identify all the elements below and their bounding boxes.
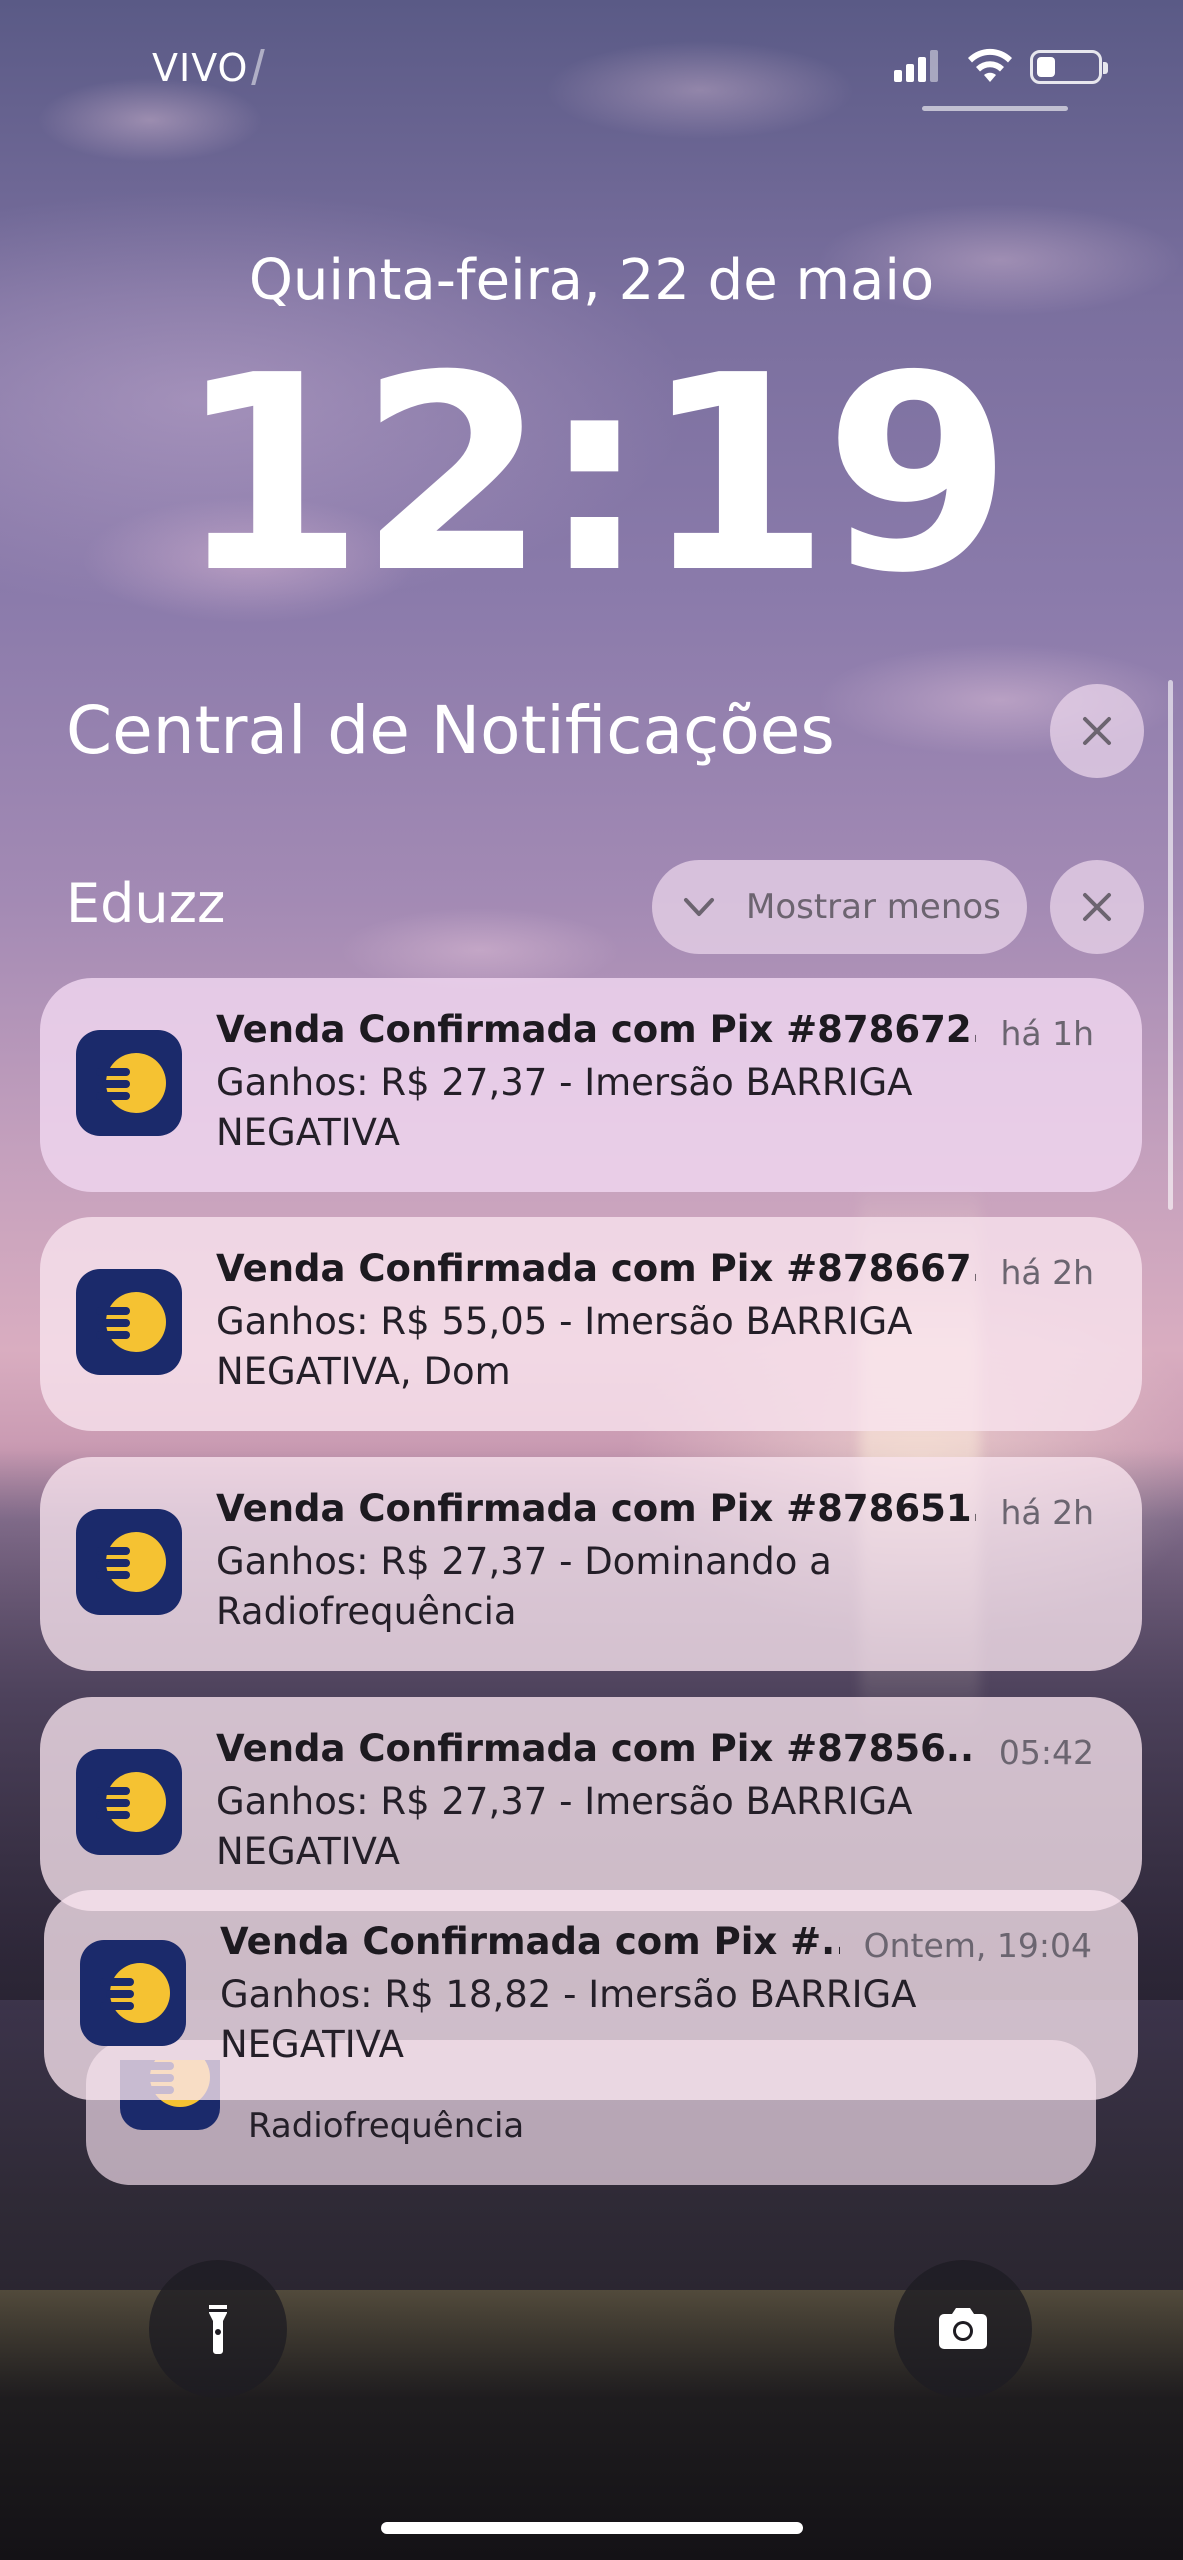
- notification-time: há 1h: [1000, 1014, 1094, 1053]
- battery-icon: [1030, 50, 1108, 84]
- carrier-label: VIVO: [152, 46, 266, 90]
- notification-body: Ganhos: R$ 18,82 - Imersão BARRIGA NEGAT…: [220, 1973, 917, 2066]
- lock-clock: 12:19: [176, 317, 1012, 632]
- notification-time: 05:42: [998, 1733, 1094, 1772]
- notification-body: Ganhos: R$ 55,05 - Imersão BARRIGA NEGAT…: [216, 1300, 913, 1393]
- close-icon: [1083, 893, 1111, 921]
- notification-time: há 2h: [1000, 1493, 1094, 1532]
- show-less-label: Mostrar menos: [746, 887, 1001, 927]
- notification-card[interactable]: Venda Confirmada com Pix #878672... há 1…: [40, 978, 1142, 1192]
- status-bar-indicator: [922, 106, 1068, 111]
- lock-date: Quinta-feira, 22 de maio: [248, 248, 935, 313]
- notification-time: Ontem, 19:04: [863, 1926, 1092, 1965]
- notification-card[interactable]: Venda Confirmada com Pix #... Ontem, 19:…: [44, 1890, 1138, 2100]
- eduzz-app-icon: [80, 1940, 186, 2046]
- notification-body: Ganhos: R$ 27,37 - Dominando a Radiofreq…: [216, 1540, 832, 1633]
- notification-title: Venda Confirmada com Pix #87856...: [216, 1727, 976, 1770]
- notification-card[interactable]: Venda Confirmada com Pix #878651... há 2…: [40, 1457, 1142, 1671]
- flashlight-icon: [209, 2305, 227, 2354]
- group-app-name: Eduzz: [66, 872, 226, 935]
- notification-title: Venda Confirmada com Pix #878651...: [216, 1487, 976, 1530]
- home-indicator[interactable]: [381, 2522, 803, 2534]
- notification-title: Venda Confirmada com Pix #878672...: [216, 1008, 976, 1051]
- notification-body: Ganhos: R$ 27,37 - Imersão BARRIGA NEGAT…: [216, 1061, 913, 1154]
- notification-card[interactable]: Venda Confirmada com Pix #878667... há 2…: [40, 1217, 1142, 1431]
- notification-body: Ganhos: R$ 27,37 - Imersão BARRIGA NEGAT…: [216, 1780, 913, 1873]
- notification-center-title: Central de Notificações: [66, 692, 835, 769]
- camera-button[interactable]: [894, 2260, 1032, 2398]
- eduzz-app-icon: [76, 1030, 182, 1136]
- status-bar: VIVO: [0, 0, 1183, 120]
- chevron-down-icon: [684, 898, 714, 916]
- notification-time: há 2h: [1000, 1253, 1094, 1292]
- scroll-indicator[interactable]: [1168, 680, 1173, 1210]
- notification-card[interactable]: Venda Confirmada com Pix #87856... 05:42…: [40, 1697, 1142, 1911]
- notification-title: Venda Confirmada com Pix #...: [220, 1920, 840, 1963]
- flashlight-button[interactable]: [149, 2260, 287, 2398]
- eduzz-app-icon: [76, 1269, 182, 1375]
- close-icon: [1083, 717, 1111, 745]
- wifi-icon: [968, 48, 1012, 82]
- clear-all-button[interactable]: [1050, 684, 1144, 778]
- show-less-button[interactable]: Mostrar menos: [652, 860, 1027, 954]
- signal-icon: [894, 50, 938, 82]
- notification-body: Radiofrequência: [248, 2106, 525, 2146]
- carrier-separator: [251, 49, 266, 85]
- notification-title: Venda Confirmada com Pix #878667...: [216, 1247, 976, 1290]
- camera-icon: [939, 2308, 987, 2349]
- group-clear-button[interactable]: [1050, 860, 1144, 954]
- eduzz-app-icon: [76, 1749, 182, 1855]
- eduzz-app-icon: [76, 1509, 182, 1615]
- carrier-text: VIVO: [152, 46, 249, 90]
